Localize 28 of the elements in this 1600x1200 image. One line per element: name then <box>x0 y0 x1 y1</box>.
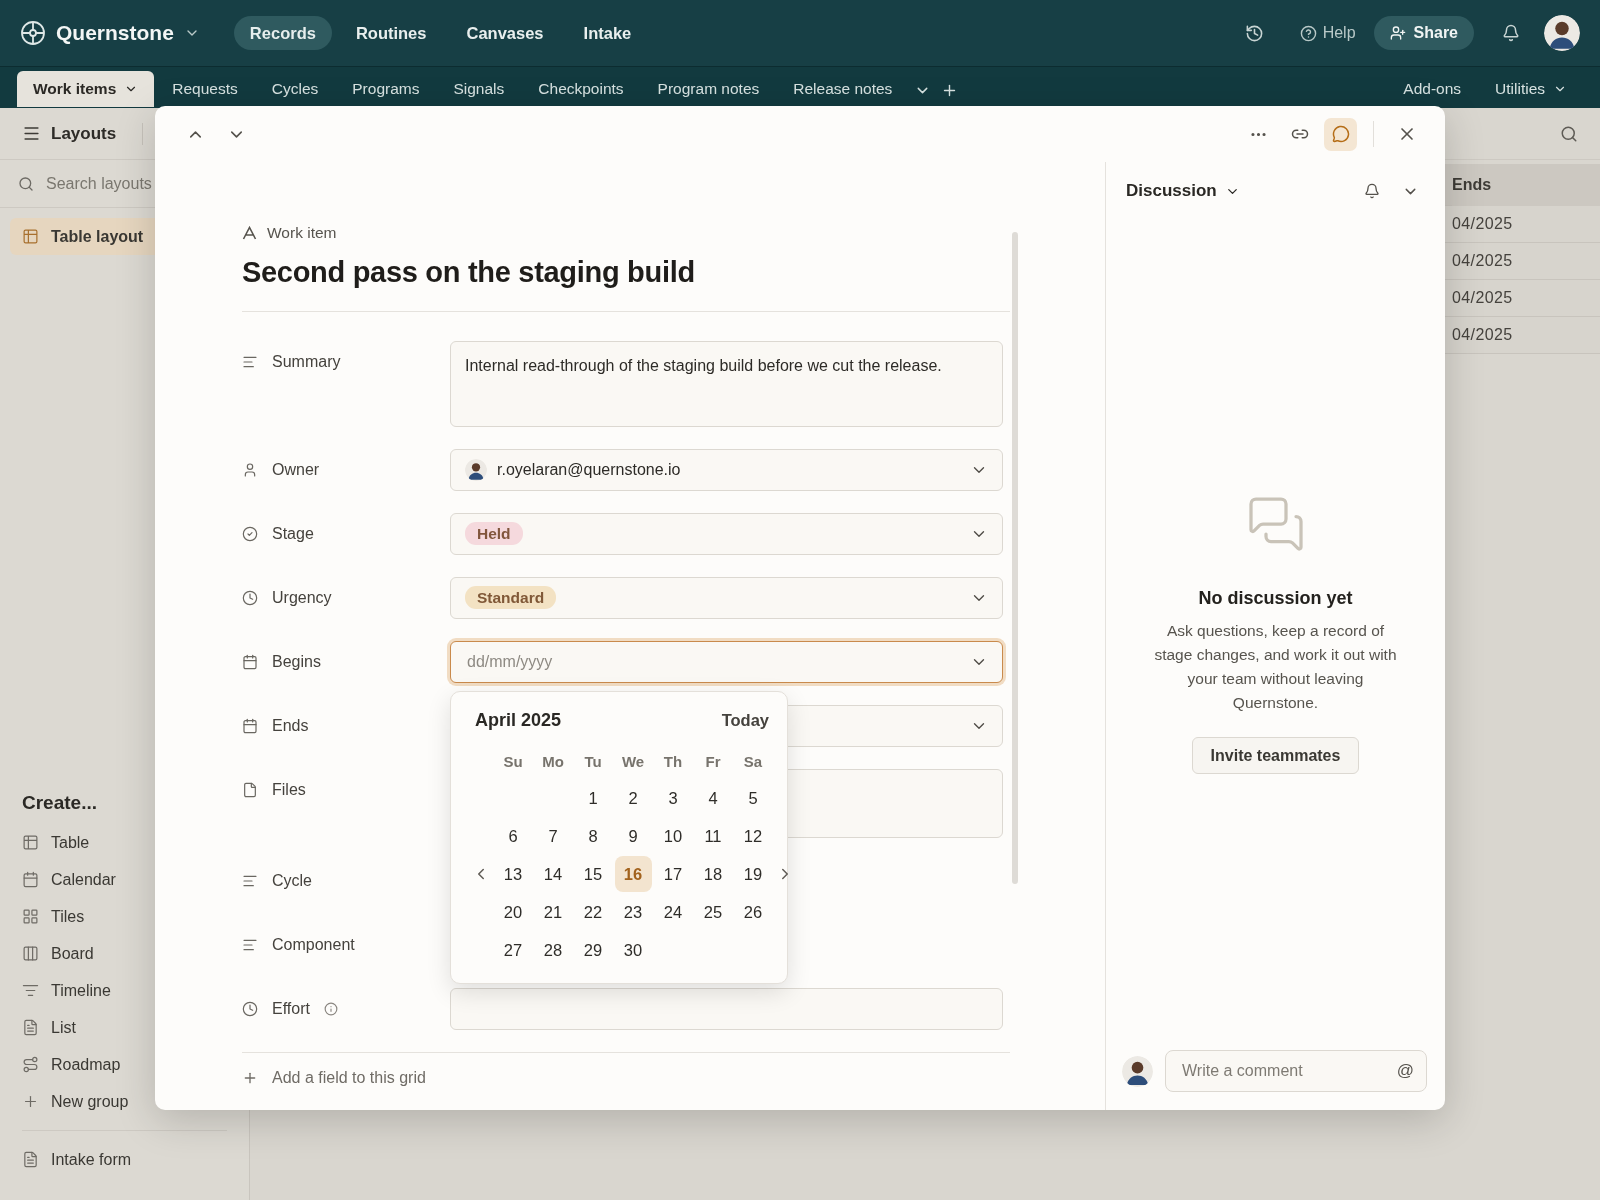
weekday-label: Su <box>502 752 524 772</box>
field-label: Stage <box>272 525 314 543</box>
field-label: Cycle <box>272 872 312 890</box>
field-label: Urgency <box>272 589 332 607</box>
tag: Held <box>465 522 523 545</box>
app-name: Quernstone <box>56 21 174 45</box>
weekday-label: Fr <box>704 752 722 772</box>
sidebar-title: Layouts <box>51 123 117 144</box>
record-title: Second pass on the staging build <box>242 256 696 289</box>
weekday-label: Mo <box>541 752 565 772</box>
weekday-label: Tu <box>583 752 603 772</box>
field-label: Ends <box>272 717 309 735</box>
section-title: Create... <box>22 792 98 814</box>
record-kind: Work item <box>267 224 337 242</box>
weekday-label: Sa <box>742 752 764 772</box>
field-label: Effort <box>272 1000 310 1018</box>
weekday-label: We <box>620 752 646 772</box>
field-label: Owner <box>272 461 320 479</box>
tag: Standard <box>465 586 557 609</box>
field-label: Summary <box>272 353 341 371</box>
field-label: Component <box>272 936 355 954</box>
column-header: Ends <box>1452 164 1600 206</box>
empty-text: Ask questions, keep a record of stage changes, and work it out with your team without leaving Quernstone. <box>1153 621 1398 713</box>
weekday-label: Th <box>662 752 684 772</box>
month-title: April 2025 <box>475 710 562 731</box>
field-label: Begins <box>272 653 321 671</box>
field-label: Files <box>272 781 306 799</box>
empty-title: No discussion yet <box>1198 588 1353 609</box>
